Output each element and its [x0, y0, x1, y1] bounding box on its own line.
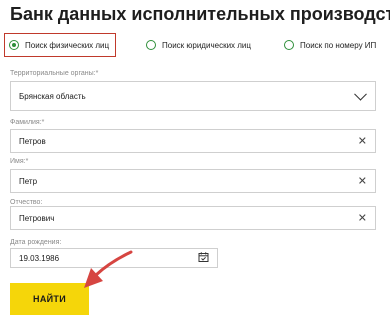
last-name-label: Фамилия:* — [10, 119, 45, 126]
radio-legal-entities-label: Поиск юридических лиц — [162, 40, 251, 50]
close-icon[interactable]: ✕ — [358, 213, 367, 224]
last-name-value: Петров — [19, 136, 46, 146]
birth-date-label: Дата рождения: — [10, 239, 62, 246]
birth-date-field[interactable]: 19.03.1986 — [10, 248, 218, 268]
region-value: Брянская область — [19, 91, 86, 101]
radio-by-ip-number[interactable]: Поиск по номеру ИП — [284, 33, 376, 57]
region-select[interactable]: Брянская область — [10, 81, 376, 111]
middle-name-field[interactable]: Петрович ✕ — [10, 206, 376, 230]
birth-date-value: 19.03.1986 — [19, 253, 60, 263]
last-name-field[interactable]: Петров ✕ — [10, 129, 376, 153]
first-name-value: Петр — [19, 176, 38, 186]
radio-legal-entities[interactable]: Поиск юридических лиц — [146, 33, 251, 57]
radio-individuals[interactable]: Поиск физических лиц — [4, 33, 116, 57]
region-label: Территориальные органы:* — [10, 70, 99, 77]
search-button[interactable]: НАЙТИ — [10, 283, 89, 315]
radio-by-ip-number-label: Поиск по номеру ИП — [300, 40, 377, 50]
radio-individuals-label: Поиск физических лиц — [25, 40, 110, 50]
calendar-icon[interactable] — [198, 252, 209, 265]
radio-checked-icon — [9, 40, 19, 50]
first-name-label: Имя:* — [10, 158, 29, 165]
radio-unchecked-icon — [146, 40, 156, 50]
radio-unchecked-icon — [284, 40, 294, 50]
middle-name-label: Отчество: — [10, 199, 43, 206]
middle-name-value: Петрович — [19, 213, 55, 223]
close-icon[interactable]: ✕ — [358, 176, 367, 187]
first-name-field[interactable]: Петр ✕ — [10, 169, 376, 193]
search-mode-group: Поиск физических лиц Поиск юридических л… — [0, 33, 390, 57]
page-title: Банк данных исполнительных производств — [10, 4, 390, 24]
close-icon[interactable]: ✕ — [358, 136, 367, 147]
